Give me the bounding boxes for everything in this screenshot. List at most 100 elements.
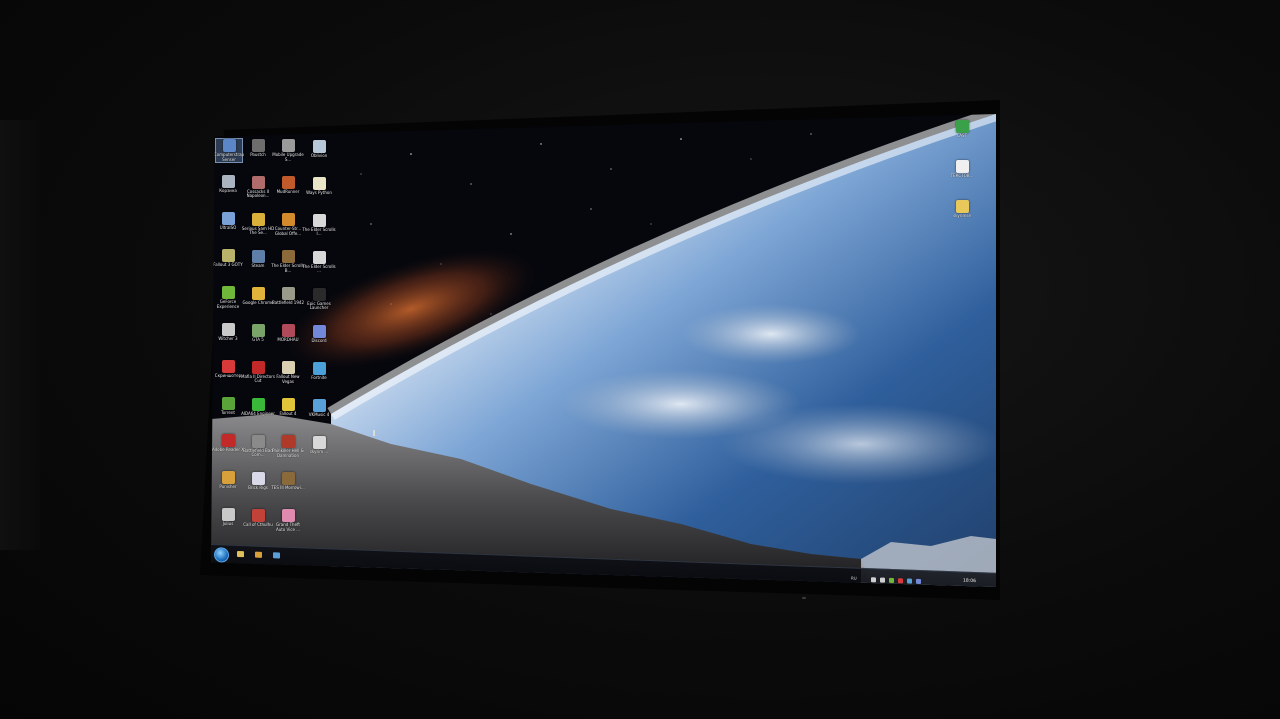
desktop-shortcut[interactable]: Torrent [215, 397, 241, 416]
desktop-shortcut[interactable]: MudRunner [275, 176, 301, 195]
desktop-shortcut[interactable]: Grand Theft Auto Vice ... [275, 509, 301, 532]
game-icon [281, 324, 295, 338]
desktop-shortcut[interactable]: Fortnite [306, 361, 332, 381]
desktop-shortcut-label: GTA 5 [252, 336, 264, 342]
game-icon [221, 471, 235, 484]
desktop-shortcut-label: Steam [251, 262, 265, 268]
desktop-shortcut[interactable]: Cossacks II Napoleon... [245, 175, 271, 199]
desktop-shortcut-label: Julius [222, 521, 234, 526]
discord-icon[interactable] [916, 578, 921, 585]
desktop-shortcut-label: Adobe Reader X [211, 447, 245, 452]
desktop-shortcut-label: Serious Sam HD The Se... [241, 225, 275, 236]
desktop-shortcut[interactable]: GeForce Experience [215, 286, 241, 309]
computer-icon [222, 139, 236, 152]
desktop-shortcut[interactable]: Корзина [215, 175, 241, 194]
desktop-shortcut[interactable]: Fallout 3 GOTY [213, 249, 243, 268]
game-icon [251, 360, 265, 374]
desktop-shortcut[interactable]: Adobe Reader X [212, 434, 244, 453]
desktop-shortcut[interactable]: Discord [306, 324, 332, 344]
desktop-shortcut[interactable]: Mobile Upgrade S... [272, 139, 304, 162]
desktop-shortcut[interactable]: Скриншотер [215, 360, 241, 379]
desktop-shortcut[interactable]: Call of Cthulhu [243, 508, 273, 528]
desktop-shortcut[interactable]: Epic Games Launcher [306, 287, 332, 311]
desktop-shortcut[interactable]: Serious Sam HD The Se... [242, 212, 274, 236]
game-icon [251, 508, 265, 522]
desktop-shortcut[interactable]: GTA 5 [245, 323, 271, 343]
game-icon [281, 287, 295, 301]
desktop-shortcut[interactable]: Painkiller Hell & Damnation [272, 435, 304, 458]
desktop-shortcut[interactable]: Battlefield Bad Com... [243, 434, 273, 458]
desktop-shortcut[interactable]: Julius [215, 508, 241, 527]
desktop-shortcut[interactable]: LAST [949, 120, 975, 139]
start-button[interactable] [214, 547, 229, 563]
desktop-shortcut[interactable]: Brick Rigs [245, 471, 271, 491]
desktop-shortcut[interactable]: AIDA64 Engineer [241, 397, 275, 417]
game-icon [221, 249, 235, 262]
desktop-shortcut-label: The Elder Scrolls I... [302, 226, 336, 237]
desktop-shortcut-label: Battlefield 1942 [272, 300, 304, 306]
desktop-shortcut[interactable]: Paustch [245, 138, 271, 158]
network-icon[interactable] [871, 577, 876, 583]
folder-icon [312, 435, 326, 449]
desktop-shortcut-label: Корзина [219, 188, 237, 193]
desktop-shortcut[interactable]: Steam [245, 249, 271, 269]
chrome-icon [251, 286, 265, 300]
desktop-shortcut[interactable]: Battlefield 1942 [272, 287, 304, 306]
steam-icon[interactable] [273, 552, 280, 559]
steam-icon[interactable] [907, 578, 912, 584]
game-icon [281, 509, 295, 523]
desktop-shortcut[interactable]: Fallout 4 [275, 398, 301, 417]
epic-icon [312, 287, 326, 301]
desktop-shortcut[interactable]: TES III Morrowi... [271, 472, 305, 491]
desktop-shortcut[interactable]: Mafia II Directors Cut [241, 360, 275, 384]
desktop-shortcut[interactable]: VKMusic 4 [306, 398, 332, 418]
language-indicator[interactable]: RU [851, 575, 857, 580]
desktop-shortcut[interactable]: ТЕКСТОВ... [949, 160, 975, 179]
desktop-shortcut-label: Brick Rigs [248, 484, 268, 490]
desktop-shortcut[interactable]: MORDHAU [275, 324, 301, 343]
desktop-shortcut-label: Cossacks II Napoleon... [246, 188, 270, 199]
clock[interactable]: 18:06 [963, 579, 976, 584]
desktop-shortcut-label: Fallout 4 [279, 411, 297, 417]
desktop-shortcut[interactable]: Counter-Str... Global Offe... [275, 213, 301, 236]
chrome-icon[interactable] [255, 551, 262, 558]
desktop-shortcut[interactable]: skyrim ... [306, 435, 332, 455]
recycle-bin-icon [221, 175, 235, 188]
explorer-icon[interactable] [237, 550, 244, 558]
desktop-shortcut[interactable]: Computerstrap Senser [214, 138, 244, 164]
desktop-shortcut-label: Fallout New Vegas [276, 374, 300, 384]
desktop-shortcut[interactable]: Ways Python [306, 176, 332, 196]
antivirus-icon[interactable] [898, 578, 903, 584]
monitor-screen: Computerstrap Senser Paustch Mobile Upgrad… [211, 114, 996, 587]
game-icon [251, 434, 265, 448]
disc-icon [221, 212, 235, 225]
game-icon [312, 139, 326, 153]
desktop-shortcut-label: Counter-Str... Global Offe... [274, 226, 302, 236]
volume-icon[interactable] [880, 577, 885, 583]
nvidia-icon [221, 286, 235, 299]
desktop-shortcut-label: Punisher [219, 484, 237, 489]
desktop-shortcut-label: The Elder Scrolls ... [302, 263, 336, 274]
desktop-shortcut-label: Google Chrome [242, 299, 274, 305]
desktop-shortcut[interactable]: The Elder Scrolls I... [302, 213, 336, 237]
desktop-shortcut-label: Battlefield Bad Com... [243, 447, 273, 458]
desktop-shortcut[interactable]: Fallout New Vegas [275, 361, 301, 384]
nvidia-icon[interactable] [889, 577, 894, 584]
desktop-shortcut-label: UltraISO [219, 225, 237, 230]
desktop-shortcut[interactable]: Google Chrome [242, 286, 274, 306]
desktop-shortcut[interactable]: Oblivion [306, 139, 332, 159]
desktop-shortcut-label: Скриншотер [214, 373, 242, 378]
game-icon [281, 398, 295, 412]
desktop-shortcut-label: Ways Python [306, 189, 332, 195]
aida64-icon [251, 397, 265, 411]
game-icon [312, 213, 326, 227]
desktop-shortcut-label: Torrent [221, 410, 235, 415]
desktop-shortcut[interactable]: The Elder Scrolls B... [271, 250, 305, 273]
desktop-shortcut-label: MudRunner [276, 189, 300, 195]
desktop-shortcut[interactable]: UltraISO [215, 212, 241, 231]
desktop-shortcut[interactable]: The Elder Scrolls ... [302, 250, 336, 274]
desktop-shortcut[interactable]: Witcher 3 [215, 323, 241, 342]
game-icon [251, 323, 265, 337]
desktop-shortcut[interactable]: Punisher [215, 471, 241, 490]
desktop-shortcut[interactable]: skyrimse [949, 200, 975, 219]
